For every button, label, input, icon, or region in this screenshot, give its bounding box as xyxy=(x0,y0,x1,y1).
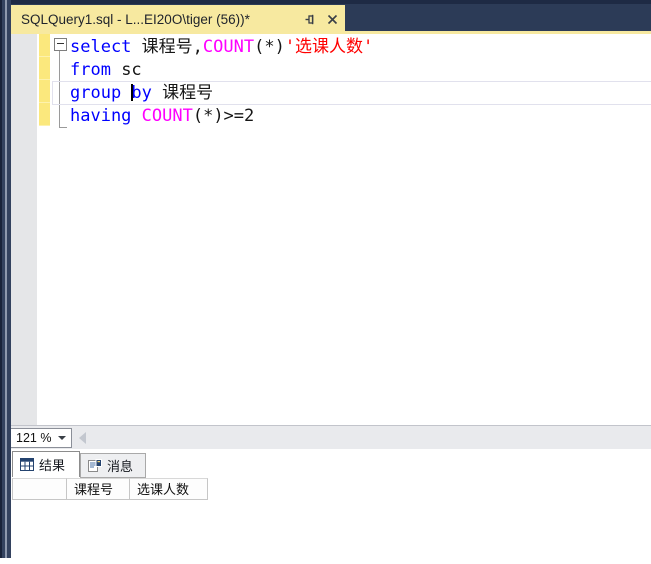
grid-column-header[interactable]: 课程号 xyxy=(67,478,130,500)
code-token: sc xyxy=(121,60,142,80)
sql-editor[interactable]: select 课程号,COUNT(*)'选课人数' from sc group by… xyxy=(11,34,651,425)
code-token: COUNT xyxy=(202,37,255,57)
outline-collapse-button[interactable] xyxy=(54,38,67,51)
window-left-edge xyxy=(0,0,11,558)
document-tab-sqlquery1[interactable]: SQLQuery1.sql - L...EI20O\tiger (56))* xyxy=(10,5,345,34)
chevron-down-icon xyxy=(58,436,66,440)
editor-scrollbar-row[interactable]: 121 % xyxy=(0,426,651,449)
code-token: 课程号 xyxy=(162,83,214,103)
results-grid-icon xyxy=(20,458,34,471)
code-token: by xyxy=(131,83,163,103)
code-token: (*)>=2 xyxy=(192,106,255,126)
grid-column-header[interactable]: 选课人数 xyxy=(130,478,208,500)
ssms-window: SQLQuery1.sql - L...EI20O\tiger (56))* s… xyxy=(0,0,651,564)
code-token: COUNT xyxy=(141,106,193,126)
tab-messages[interactable]: 消息 xyxy=(80,453,146,478)
tab-results[interactable]: 结果 xyxy=(12,451,80,477)
code-line[interactable]: having COUNT(*)>=2 xyxy=(69,105,651,128)
results-panel: 结果 消息 课程号 选课人数 xyxy=(0,449,651,564)
pin-tab-button[interactable] xyxy=(301,11,319,29)
close-tab-button[interactable] xyxy=(323,11,341,29)
zoom-level-value: 121 % xyxy=(16,431,52,445)
code-token: group xyxy=(70,83,132,103)
code-token: having xyxy=(70,106,142,126)
document-tab-strip: SQLQuery1.sql - L...EI20O\tiger (56))* xyxy=(0,0,651,34)
code-line[interactable]: from sc xyxy=(69,59,651,82)
code-token: from xyxy=(70,60,122,80)
code-token: (*) xyxy=(254,37,285,57)
code-line[interactable]: select 课程号,COUNT(*)'选课人数' xyxy=(69,36,651,59)
code-line[interactable]: group by 课程号 xyxy=(69,82,651,105)
code-token: select xyxy=(70,37,142,57)
track-changes-bar xyxy=(39,34,50,126)
results-grid-header: 课程号 选课人数 xyxy=(12,478,208,500)
messages-icon xyxy=(88,458,102,473)
close-icon xyxy=(327,14,337,25)
editor-indicator-margin xyxy=(11,34,37,425)
code-token: '选课人数' xyxy=(284,37,374,57)
grid-column-header[interactable] xyxy=(12,478,67,500)
outline-scope-line-end xyxy=(59,127,67,128)
document-tab-title: SQLQuery1.sql - L...EI20O\tiger (56))* xyxy=(21,12,250,27)
scroll-left-arrow-icon[interactable] xyxy=(79,432,86,444)
pin-icon xyxy=(305,14,313,25)
zoom-level-combobox[interactable]: 121 % xyxy=(10,428,72,448)
tab-messages-label: 消息 xyxy=(107,459,134,474)
tab-results-label: 结果 xyxy=(39,458,66,473)
code-token: 课程号, xyxy=(141,37,203,57)
code-lines: select 课程号,COUNT(*)'选课人数' from sc group by… xyxy=(69,36,651,128)
